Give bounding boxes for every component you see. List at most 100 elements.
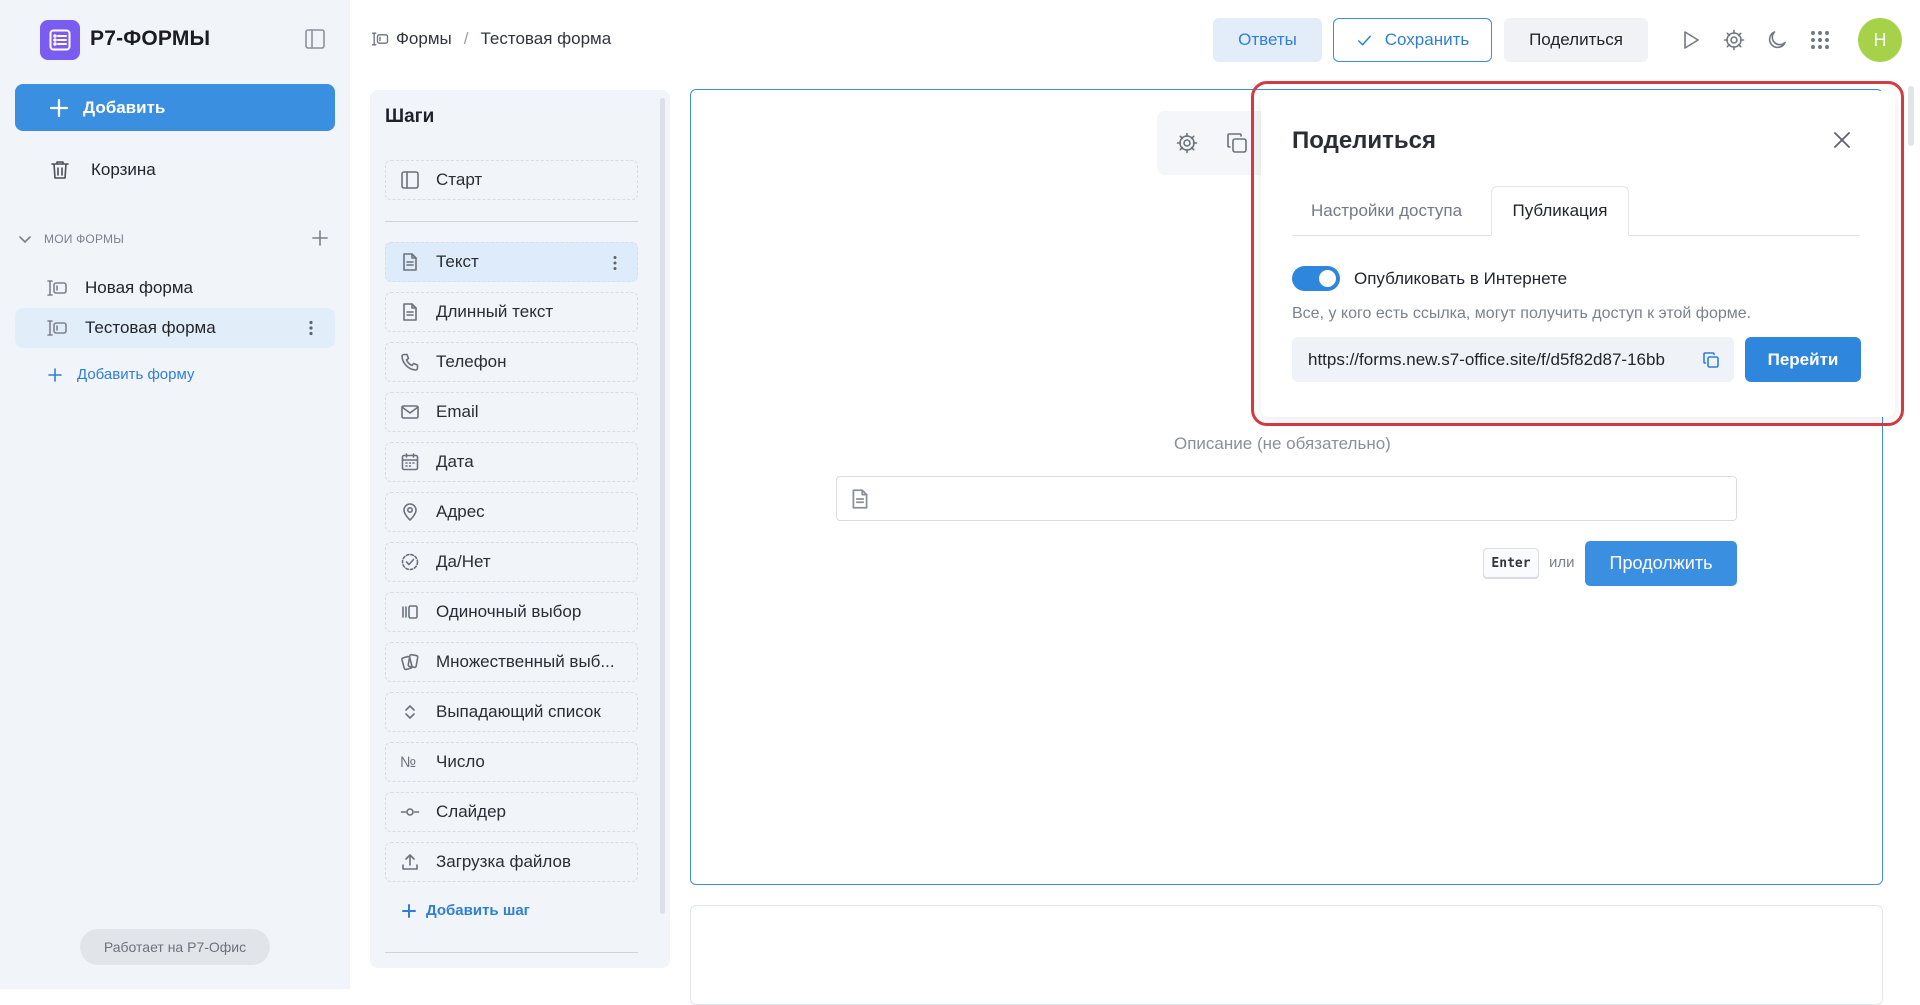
document-icon (849, 488, 871, 510)
go-button[interactable]: Перейти (1745, 337, 1861, 382)
plus-icon (402, 903, 416, 918)
play-icon[interactable] (1678, 28, 1702, 52)
publish-toggle[interactable] (1292, 266, 1340, 291)
multi-choice-icon (400, 652, 420, 672)
step-phone[interactable]: Телефон (385, 342, 638, 382)
answers-button[interactable]: Ответы (1213, 18, 1322, 62)
step-yes-no[interactable]: Да/Нет (385, 542, 638, 582)
continue-button[interactable]: Продолжить (1585, 541, 1737, 586)
step-label: Да/Нет (436, 552, 491, 571)
sidebar-form-test[interactable]: Тестовая форма (15, 308, 335, 348)
check-icon (1356, 32, 1373, 49)
moon-icon[interactable] (1765, 28, 1789, 52)
page-scrollbar[interactable] (1908, 86, 1914, 146)
sidebar-form-new[interactable]: Новая форма (15, 268, 335, 308)
answer-preview-input[interactable] (836, 476, 1737, 521)
calendar-icon (400, 452, 420, 472)
step-start[interactable]: Старт (385, 160, 638, 200)
gear-icon[interactable] (1722, 28, 1746, 52)
description-label[interactable]: Описание (не обязательно) (1174, 434, 1391, 454)
step-label: Множественный выб... (436, 652, 615, 671)
powered-by-badge[interactable]: Работает на Р7-Офис (80, 929, 270, 965)
step-label: Загрузка файлов (436, 852, 572, 871)
step-label: Число (436, 752, 485, 771)
document-icon (400, 252, 420, 272)
sidebar-collapse-icon[interactable] (304, 28, 326, 50)
number-sign-icon: № (400, 753, 417, 771)
step-text[interactable]: Текст (385, 242, 638, 282)
step-date[interactable]: Дата (385, 442, 638, 482)
step-number[interactable]: № Число (385, 742, 638, 782)
step-label: Текст (436, 252, 479, 271)
add-form-link[interactable]: Добавить форму (47, 366, 194, 383)
breadcrumb-forms[interactable]: Формы (396, 29, 452, 49)
step-label: Слайдер (436, 802, 506, 821)
map-pin-icon (400, 502, 420, 522)
step-email[interactable]: Email (385, 392, 638, 432)
plus-icon (48, 97, 70, 119)
steps-divider (385, 952, 638, 953)
phone-icon (400, 352, 420, 372)
my-forms-title: Мои формы (44, 232, 125, 246)
breadcrumb-separator: / (463, 29, 469, 48)
trash-link[interactable]: Корзина (48, 158, 156, 182)
step-label: Телефон (436, 352, 507, 371)
copy-icon[interactable] (1701, 350, 1721, 370)
step-label: Адрес (436, 502, 485, 521)
panel-icon (400, 170, 420, 190)
close-icon[interactable] (1831, 129, 1853, 151)
app-logo-icon[interactable] (40, 20, 80, 60)
save-button[interactable]: Сохранить (1333, 18, 1492, 62)
plus-icon (47, 367, 63, 383)
or-text: или (1549, 554, 1575, 571)
app-title: Р7-ФОРМЫ (90, 27, 211, 50)
next-step-card[interactable] (690, 905, 1883, 1005)
add-form-plus-icon[interactable] (310, 228, 330, 248)
steps-divider (385, 221, 638, 222)
tab-publication[interactable]: Публикация (1491, 186, 1629, 236)
my-forms-section[interactable]: Мои формы (18, 230, 330, 246)
document-icon (400, 302, 420, 322)
breadcrumb: Формы / Тестовая форма (370, 29, 611, 49)
enter-key-hint: Enter (1483, 548, 1539, 578)
add-step-label: Добавить шаг (426, 902, 530, 919)
share-button[interactable]: Поделиться (1504, 18, 1648, 62)
add-step-link[interactable]: Добавить шаг (402, 902, 530, 919)
tab-access-settings[interactable]: Настройки доступа (1311, 201, 1462, 221)
steps-scrollbar[interactable] (660, 98, 665, 914)
step-address[interactable]: Адрес (385, 492, 638, 532)
step-label: Дата (436, 452, 474, 471)
sidebar-form-label: Тестовая форма (85, 318, 216, 337)
add-form-label: Добавить форму (77, 366, 195, 383)
add-button[interactable]: Добавить (15, 84, 335, 131)
check-circle-icon (400, 552, 420, 572)
forms-icon (370, 29, 390, 49)
copy-icon[interactable] (1225, 131, 1249, 155)
share-url-text[interactable]: https://forms.new.s7-office.site/f/d5f82… (1308, 350, 1698, 370)
more-vertical-icon[interactable] (605, 253, 625, 273)
chevron-down-icon[interactable] (18, 232, 32, 246)
apps-grid-icon[interactable] (1808, 28, 1832, 52)
slider-icon (400, 802, 420, 822)
sidebar-form-label: Новая форма (85, 278, 193, 297)
chevron-updown-icon (400, 702, 420, 722)
step-multi-choice[interactable]: Множественный выб... (385, 642, 638, 682)
step-file-upload[interactable]: Загрузка файлов (385, 842, 638, 882)
step-long-text[interactable]: Длинный текст (385, 292, 638, 332)
share-url-field[interactable]: https://forms.new.s7-office.site/f/d5f82… (1292, 337, 1734, 382)
mail-icon (400, 402, 420, 422)
save-button-label: Сохранить (1384, 30, 1470, 49)
trash-icon (48, 158, 72, 182)
publish-toggle-label: Опубликовать в Интернете (1354, 269, 1568, 288)
trash-label: Корзина (91, 160, 156, 179)
upload-icon (400, 852, 420, 872)
user-avatar[interactable]: Н (1858, 18, 1902, 62)
step-slider[interactable]: Слайдер (385, 792, 638, 832)
step-dropdown[interactable]: Выпадающий список (385, 692, 638, 732)
more-vertical-icon[interactable] (301, 318, 321, 338)
toggle-knob (1319, 270, 1336, 287)
step-label: Выпадающий список (436, 702, 601, 721)
gear-icon[interactable] (1175, 131, 1199, 155)
step-single-choice[interactable]: Одиночный выбор (385, 592, 638, 632)
step-label: Одиночный выбор (436, 602, 582, 621)
